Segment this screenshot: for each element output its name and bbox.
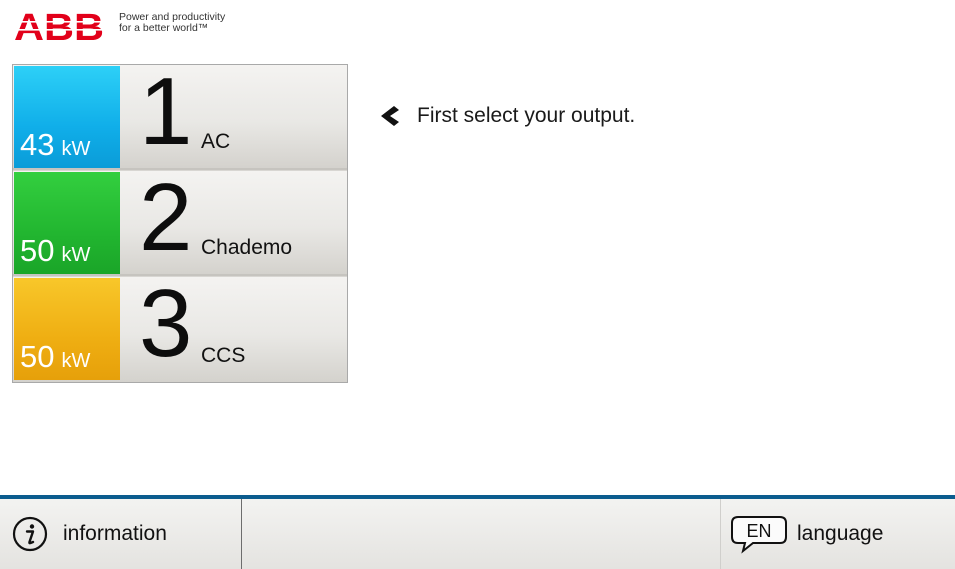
output-1-number: 1 [139, 58, 193, 165]
abb-logo-mark: ABB [14, 10, 106, 44]
output-2-number: 2 [139, 164, 193, 271]
output-1-power-unit: kW [61, 138, 91, 160]
instruction-prompt: First select your output. [380, 104, 635, 128]
output-3-power-unit: kW [61, 350, 91, 372]
abb-logo: ABB Power and productivity for a better … [14, 10, 225, 46]
tagline: Power and productivity for a better worl… [119, 12, 225, 34]
speech-bubble-icon: EN [731, 516, 787, 554]
output-1-power: 43 kW [14, 66, 120, 168]
information-label: information [63, 522, 167, 545]
information-button[interactable]: information [0, 499, 242, 569]
chevron-left-icon [381, 106, 399, 126]
output-3-type: CCS [201, 344, 246, 367]
output-1-button[interactable]: 43 kW 1 AC [13, 58, 347, 170]
output-3-number: 3 [139, 270, 193, 377]
output-2-button[interactable]: 50 kW 2 Chademo [13, 164, 347, 276]
language-label: language [797, 522, 884, 545]
output-3-power-value: 50 [20, 339, 55, 374]
output-1-power-value: 43 [20, 127, 55, 162]
output-3-power: 50 kW [14, 278, 120, 380]
footer-bar: information EN language [0, 495, 955, 569]
output-2-type: Chademo [201, 236, 293, 259]
output-1-type: AC [201, 130, 231, 153]
output-2-power-unit: kW [61, 244, 91, 266]
output-3-button[interactable]: 50 kW 3 CCS [13, 270, 347, 382]
info-icon [12, 516, 48, 552]
tagline-line2: for a better world™ [119, 22, 209, 34]
language-code: EN [746, 521, 771, 541]
output-list: 43 kW 1 AC 50 kW 2 Chademo 50 kW 3 CCS [12, 58, 348, 383]
output-2-power: 50 kW [14, 172, 120, 274]
prompt-text: First select your output. [417, 104, 636, 127]
language-button[interactable]: EN language [720, 499, 955, 569]
output-2-power-value: 50 [20, 233, 55, 268]
abb-logo-text: ABB [14, 10, 104, 44]
